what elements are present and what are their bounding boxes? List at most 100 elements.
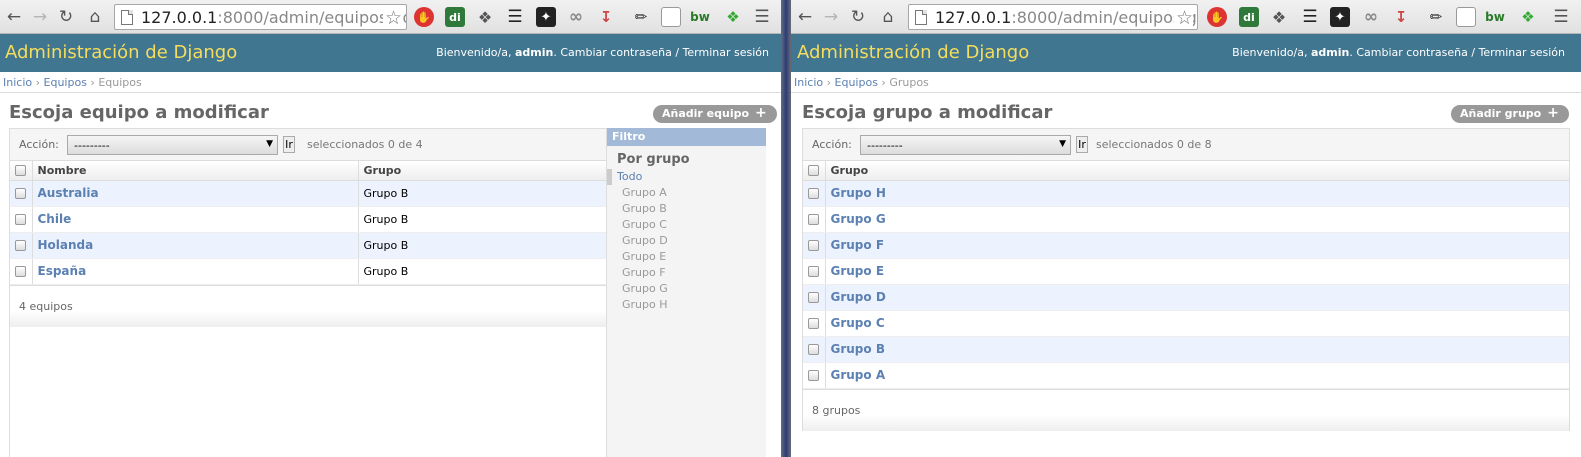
go-button[interactable]: Ir — [1076, 136, 1088, 153]
row-link[interactable]: Grupo H — [831, 186, 886, 200]
address-bar[interactable]: 127.0.0.1:8000/admin/equipos/eq ☆ — [114, 4, 407, 30]
select-all-checkbox[interactable] — [15, 165, 26, 177]
action-select[interactable]: --------- ▼ — [67, 135, 278, 155]
document-icon[interactable] — [1456, 7, 1476, 27]
django-debug-icon[interactable]: di — [1239, 7, 1259, 27]
row-link[interactable]: España — [38, 264, 87, 278]
move-icon[interactable]: ✦ — [536, 7, 556, 27]
breadcrumb-home[interactable]: Inicio — [3, 76, 32, 89]
row-checkbox[interactable] — [808, 266, 819, 277]
bw-extension-icon[interactable]: bw — [1485, 7, 1505, 27]
back-arrow-icon[interactable]: ← — [3, 6, 25, 28]
bookmark-star-icon[interactable]: ☆ — [382, 7, 402, 29]
eyedropper-icon[interactable]: ✏ — [1426, 7, 1446, 27]
document-icon[interactable] — [661, 7, 681, 27]
breadcrumb-app[interactable]: Equipos — [835, 76, 878, 89]
address-bar[interactable]: 127.0.0.1:8000/admin/equipos/gr ☆ — [908, 4, 1198, 30]
row-checkbox[interactable] — [15, 188, 26, 199]
forward-arrow-icon[interactable]: → — [820, 6, 842, 28]
user-tools: Bienvenido/a, admin. Cambiar contraseña … — [1232, 46, 1565, 59]
home-icon[interactable]: ⌂ — [84, 6, 106, 28]
layers-icon[interactable]: ☰ — [1300, 7, 1320, 27]
link-icon[interactable]: ∞ — [1361, 7, 1381, 27]
row-checkbox[interactable] — [808, 344, 819, 355]
site-branding[interactable]: Administración de Django — [5, 42, 237, 63]
site-branding[interactable]: Administración de Django — [797, 42, 1029, 63]
back-arrow-icon[interactable]: ← — [794, 6, 816, 28]
move-icon[interactable]: ✦ — [1330, 7, 1350, 27]
row-checkbox[interactable] — [15, 240, 26, 251]
menu-icon[interactable]: ☰ — [752, 7, 772, 27]
table-row: Grupo D — [803, 284, 1569, 311]
row-link[interactable]: Grupo D — [831, 290, 886, 304]
row-link[interactable]: Grupo B — [831, 342, 885, 356]
menu-icon[interactable]: ☰ — [1551, 7, 1571, 27]
filter-option[interactable]: Grupo D — [607, 233, 766, 249]
change-password-link[interactable]: Cambiar contraseña — [1356, 46, 1467, 59]
go-button[interactable]: Ir — [283, 136, 295, 153]
row-link[interactable]: Chile — [38, 212, 72, 226]
filter-option[interactable]: Grupo E — [607, 249, 766, 265]
adblock-icon[interactable]: ✋ — [414, 7, 434, 27]
row-checkbox[interactable] — [808, 188, 819, 199]
filter-option[interactable]: Grupo B — [607, 201, 766, 217]
row-link[interactable]: Grupo E — [831, 264, 885, 278]
adblock-icon[interactable]: ✋ — [1207, 7, 1227, 27]
column-header-grupo[interactable]: Grupo — [358, 161, 606, 181]
logout-link[interactable]: Terminar sesión — [683, 46, 769, 59]
filter-option-todo[interactable]: Todo — [607, 169, 766, 185]
row-link[interactable]: Australia — [38, 186, 99, 200]
select-all-checkbox[interactable] — [808, 165, 819, 177]
change-password-link[interactable]: Cambiar contraseña — [560, 46, 671, 59]
add-grupo-button[interactable]: Añadir grupo + — [1451, 105, 1569, 123]
django-debug-icon[interactable]: di — [445, 7, 465, 27]
filter-option[interactable]: Grupo A — [607, 185, 766, 201]
row-checkbox[interactable] — [808, 240, 819, 251]
color-picker-icon[interactable]: ❖ — [1518, 7, 1538, 27]
row-check-cell — [10, 258, 33, 285]
breadcrumb-home[interactable]: Inicio — [794, 76, 823, 89]
column-header-grupo[interactable]: Grupo — [825, 161, 1569, 181]
reload-icon[interactable]: ↻ — [847, 6, 869, 28]
row-checkbox[interactable] — [15, 266, 26, 277]
bookmark-star-icon[interactable]: ☆ — [1173, 7, 1193, 29]
column-header-nombre[interactable]: Nombre — [32, 161, 359, 181]
row-checkbox[interactable] — [15, 214, 26, 225]
bw-extension-icon[interactable]: bw — [690, 7, 710, 27]
puzzle-extension-icon[interactable]: ❖ — [1269, 7, 1289, 27]
reload-icon[interactable]: ↻ — [55, 6, 77, 28]
download-icon[interactable]: ↧ — [1391, 7, 1411, 27]
eyedropper-icon[interactable]: ✏ — [631, 7, 651, 27]
row-link[interactable]: Grupo F — [831, 238, 885, 252]
add-equipo-button[interactable]: Añadir equipo + — [653, 105, 777, 123]
filter-option[interactable]: Grupo H — [607, 297, 766, 313]
logout-link[interactable]: Terminar sesión — [1479, 46, 1565, 59]
row-checkbox[interactable] — [808, 370, 819, 381]
home-icon[interactable]: ⌂ — [877, 6, 899, 28]
download-icon[interactable]: ↧ — [596, 7, 616, 27]
puzzle-extension-icon[interactable]: ❖ — [475, 7, 495, 27]
filter-option[interactable]: Grupo C — [607, 217, 766, 233]
breadcrumb-separator: › — [90, 76, 95, 89]
page-icon — [915, 9, 927, 25]
action-select[interactable]: --------- ▼ — [860, 135, 1071, 155]
row-link[interactable]: Holanda — [38, 238, 94, 252]
row-link[interactable]: Grupo C — [831, 316, 885, 330]
color-picker-icon[interactable]: ❖ — [723, 7, 743, 27]
row-checkbox[interactable] — [808, 318, 819, 329]
layers-icon[interactable]: ☰ — [505, 7, 525, 27]
row-checkbox[interactable] — [808, 292, 819, 303]
row-check-cell — [10, 180, 33, 207]
row-link[interactable]: Grupo A — [831, 368, 886, 382]
forward-arrow-icon[interactable]: → — [29, 6, 51, 28]
row-link[interactable]: Grupo G — [831, 212, 886, 226]
link-icon[interactable]: ∞ — [566, 7, 586, 27]
group-cell: Grupo B — [358, 232, 606, 259]
table-row: Grupo H — [803, 180, 1569, 207]
breadcrumb-app[interactable]: Equipos — [44, 76, 87, 89]
filter-option[interactable]: Grupo F — [607, 265, 766, 281]
filter-option[interactable]: Grupo G — [607, 281, 766, 297]
row-checkbox[interactable] — [808, 214, 819, 225]
paginator: 4 equipos — [10, 284, 606, 327]
name-cell: Grupo D — [825, 284, 1569, 311]
